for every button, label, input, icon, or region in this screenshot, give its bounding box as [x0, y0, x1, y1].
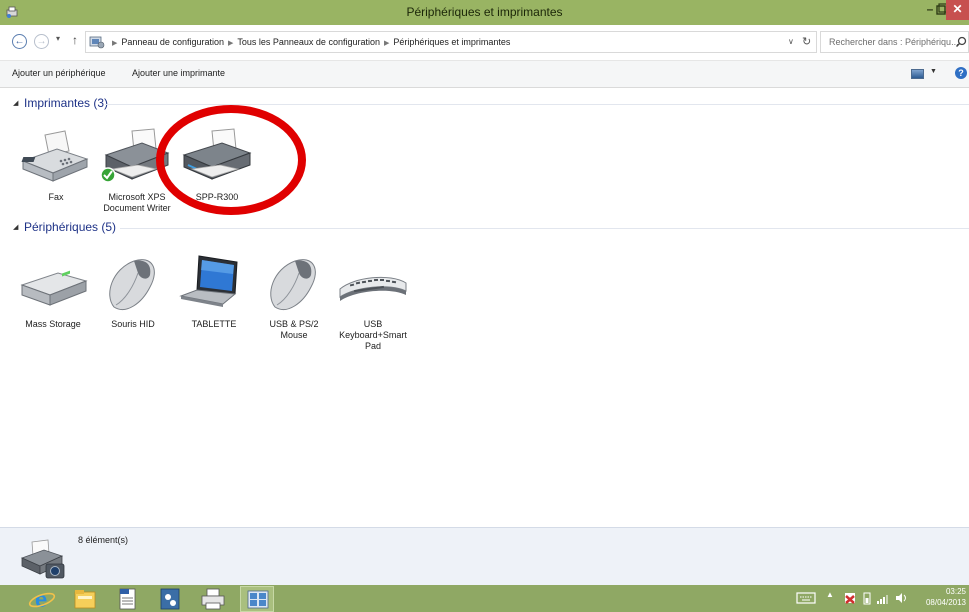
control-panel-icon — [89, 36, 105, 49]
command-bar: Ajouter un périphérique Ajouter une impr… — [0, 60, 969, 88]
chevron-right-icon[interactable]: ▶ — [380, 40, 393, 47]
drive-icon — [20, 270, 88, 306]
device-label: Souris HID — [111, 319, 155, 329]
taskbar: e ▲ 03:25 08/04/2013 — [0, 585, 969, 612]
taskbar-devices-app[interactable] — [153, 586, 187, 612]
laptop-icon — [179, 255, 238, 307]
breadcrumb-devices-printers[interactable]: Périphériques et imprimantes — [393, 37, 510, 47]
device-label: Mass Storage — [25, 319, 81, 329]
clock-time[interactable]: 03:25 — [926, 587, 966, 596]
group-divider — [120, 228, 969, 229]
printers-group-header[interactable]: ◢ Imprimantes (3) — [0, 96, 969, 112]
devices-group-header[interactable]: ◢ Périphériques (5) — [0, 220, 969, 236]
taskbar-control-panel[interactable] — [240, 586, 274, 612]
change-view-icon[interactable] — [911, 69, 924, 79]
taskbar-internet-explorer[interactable]: e — [25, 586, 59, 612]
address-history-dropdown[interactable]: ∨ — [788, 37, 794, 46]
search-input[interactable]: Rechercher dans : Périphériqu... — [829, 37, 959, 47]
mouse-icon — [109, 259, 155, 310]
recent-locations-dropdown[interactable]: ▾ — [56, 34, 60, 43]
device-label: USB Keyboard+Smart Pad — [339, 319, 407, 351]
highlight-circle-annotation — [156, 105, 306, 215]
fax-icon — [21, 130, 89, 182]
device-label: TABLETTE — [191, 319, 237, 329]
window-title: Périphériques et imprimantes — [406, 5, 563, 19]
chevron-right-icon[interactable]: ▶ — [224, 40, 237, 47]
internet-explorer-icon: e — [28, 587, 56, 612]
taskbar-file-explorer[interactable] — [68, 586, 102, 612]
show-hidden-icons-icon[interactable]: ▲ — [826, 590, 834, 606]
search-box[interactable]: Rechercher dans : Périphériqu... — [820, 31, 969, 53]
add-printer-button[interactable]: Ajouter une imprimante — [132, 68, 225, 78]
taskbar-pdf-document[interactable] — [110, 586, 144, 612]
view-options-dropdown[interactable]: ▼ — [930, 68, 937, 75]
item-count: 8 élément(s) — [78, 535, 129, 545]
search-icon[interactable] — [955, 36, 967, 48]
help-icon[interactable]: ? — [955, 67, 967, 79]
control-panel-icon — [247, 590, 269, 609]
address-bar[interactable]: ▶ Panneau de configuration ▶ Tous les Panne… — [85, 31, 817, 53]
keyboard-icon — [339, 276, 407, 301]
device-label: USB & PS/2 Mouse — [269, 319, 319, 340]
chevron-right-icon: ▶ — [112, 40, 118, 47]
close-button[interactable]: ✕ — [946, 0, 969, 20]
device-label: Fax — [48, 192, 64, 202]
forward-button[interactable]: → — [34, 34, 49, 49]
touch-keyboard-icon[interactable] — [796, 590, 816, 606]
pdf-document-icon — [119, 588, 136, 610]
devices-group-title: Périphériques (5) — [24, 220, 117, 234]
collapse-arrow-icon[interactable]: ◢ — [13, 99, 18, 107]
file-explorer-icon — [74, 590, 96, 609]
refresh-icon[interactable]: ↻ — [802, 35, 811, 48]
details-pane: 8 élément(s) — [0, 527, 969, 585]
address-row: ← → ▾ ↑ ▶ Panneau de configuration ▶ Tous l… — [0, 27, 969, 57]
battery-icon[interactable] — [862, 590, 872, 606]
title-bar: Périphériques et imprimantes – ✕ — [0, 0, 969, 25]
back-button[interactable]: ← — [12, 34, 27, 49]
volume-icon[interactable] — [894, 590, 908, 606]
mouse-icon — [270, 259, 316, 310]
printer-app-icon — [201, 588, 225, 610]
breadcrumb-all-panels[interactable]: Tous les Panneaux de configuration — [237, 37, 380, 47]
devices-app-icon — [160, 588, 180, 610]
action-center-icon[interactable] — [843, 590, 857, 606]
svg-text:e: e — [35, 587, 47, 612]
network-signal-icon[interactable] — [876, 590, 890, 606]
clock-date[interactable]: 08/04/2013 — [916, 598, 966, 607]
up-button[interactable]: ↑ — [72, 33, 78, 47]
breadcrumb-control-panel[interactable]: Panneau de configuration — [121, 37, 224, 47]
add-device-button[interactable]: Ajouter un périphérique — [12, 68, 106, 78]
taskbar-printer-app[interactable] — [196, 586, 230, 612]
collapse-arrow-icon[interactable]: ◢ — [13, 223, 18, 231]
breadcrumb: ▶ Panneau de configuration ▶ Tous les Panne… — [108, 37, 510, 47]
device-label: Microsoft XPS Document Writer — [103, 192, 171, 213]
devices-printers-icon — [20, 539, 65, 579]
printers-group-title: Imprimantes (3) — [24, 96, 109, 110]
